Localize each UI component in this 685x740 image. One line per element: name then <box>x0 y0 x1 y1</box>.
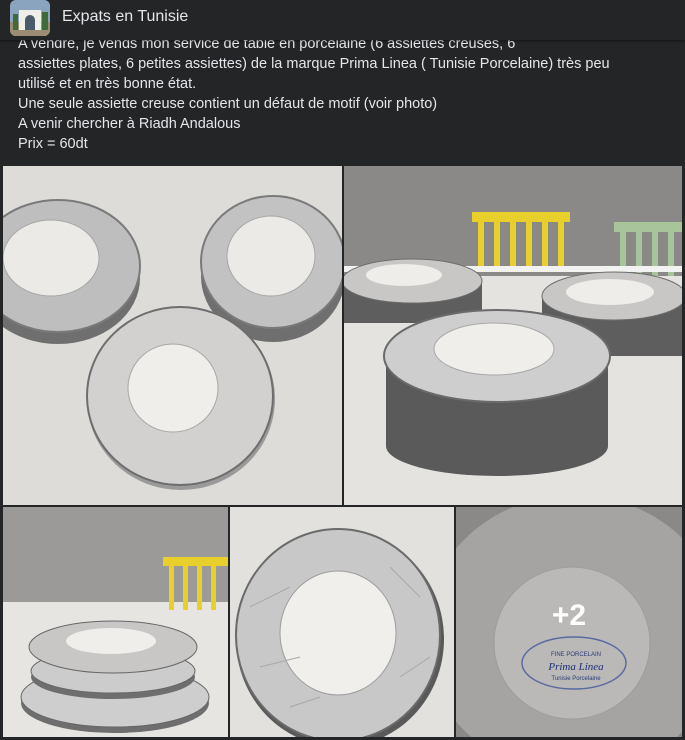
post-line: A venir chercher à Riadh Andalous <box>18 116 241 132</box>
post-photo-1[interactable] <box>3 166 342 505</box>
group-name[interactable]: Expats en Tunisie <box>62 8 188 26</box>
post-photo-5[interactable]: FINE PORCELAIN Prima Linea Tunisie Porce… <box>456 507 682 737</box>
post-line: Prix = 60dt <box>18 136 88 152</box>
post-text: A vendre, je vends mon service de table … <box>18 34 678 154</box>
group-header: Expats en Tunisie <box>0 0 685 40</box>
post-photo-2[interactable] <box>344 166 682 505</box>
post-line: assiettes plates, 6 petites assiettes) d… <box>18 56 610 72</box>
more-photos-overlay[interactable]: +2 <box>456 507 682 737</box>
post-photo-3[interactable] <box>3 507 228 737</box>
plates-on-table-image <box>3 166 342 505</box>
plate-set-stacked-image <box>3 507 228 737</box>
post-line: Une seule assiette creuse contient un dé… <box>18 96 438 112</box>
group-avatar[interactable] <box>10 0 50 36</box>
post-photo-4[interactable] <box>230 507 454 737</box>
more-photos-count: +2 <box>551 599 587 632</box>
post-line: utilisé et en très bonne état. <box>18 76 197 92</box>
plate-stacks-image <box>344 166 682 505</box>
group-avatar-image <box>10 0 50 36</box>
plate-closeup-image <box>230 507 454 737</box>
